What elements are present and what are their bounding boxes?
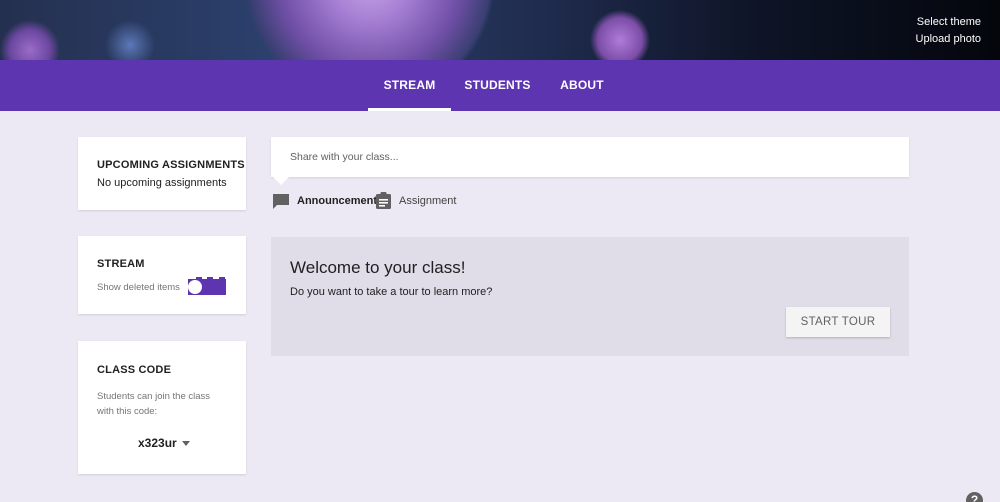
show-deleted-toggle[interactable] — [188, 277, 226, 295]
stream-settings-card: STREAM Show deleted items — [78, 236, 246, 314]
class-banner: Select theme Upload photo — [0, 0, 1000, 60]
announcement-icon — [273, 193, 289, 209]
class-code-card: CLASS CODE Students can join the class w… — [78, 341, 246, 474]
upcoming-assignments-card: UPCOMING ASSIGNMENTS No upcoming assignm… — [78, 137, 246, 210]
share-box — [271, 137, 909, 177]
tab-about[interactable]: ABOUT — [552, 60, 612, 111]
toggle-knob — [188, 280, 202, 294]
share-box-pointer — [273, 177, 289, 185]
show-deleted-label: Show deleted items — [97, 282, 180, 293]
upload-photo-link[interactable]: Upload photo — [916, 33, 981, 45]
class-code-value: x323ur — [138, 436, 177, 450]
announcement-button[interactable]: Announcement — [272, 192, 377, 210]
welcome-title: Welcome to your class! — [290, 258, 466, 277]
upcoming-assignments-text: No upcoming assignments — [97, 177, 227, 189]
share-input[interactable] — [271, 137, 909, 177]
welcome-text: Do you want to take a tour to learn more… — [290, 286, 493, 298]
upcoming-assignments-title: UPCOMING ASSIGNMENTS — [97, 159, 245, 171]
announcement-label: Announcement — [297, 195, 378, 207]
chevron-down-icon — [181, 440, 190, 446]
welcome-panel: Welcome to your class! Do you want to ta… — [271, 237, 909, 356]
stream-card-title: STREAM — [97, 258, 145, 270]
assignment-button[interactable]: Assignment — [375, 192, 456, 210]
select-theme-link[interactable]: Select theme — [917, 16, 981, 28]
class-nav-bar: STREAM STUDENTS ABOUT — [0, 60, 1000, 111]
assignment-icon — [376, 192, 391, 209]
class-code-selector[interactable]: x323ur — [138, 436, 190, 450]
class-code-title: CLASS CODE — [97, 364, 172, 376]
tab-students[interactable]: STUDENTS — [461, 60, 534, 111]
toggle-notch — [219, 277, 225, 280]
toggle-notch — [207, 277, 213, 280]
help-icon[interactable]: ? — [966, 492, 983, 502]
assignment-label: Assignment — [399, 195, 457, 207]
tab-stream[interactable]: STREAM — [368, 60, 451, 111]
class-code-description: Students can join the class with this co… — [97, 391, 211, 417]
start-tour-button[interactable]: START TOUR — [786, 307, 890, 337]
